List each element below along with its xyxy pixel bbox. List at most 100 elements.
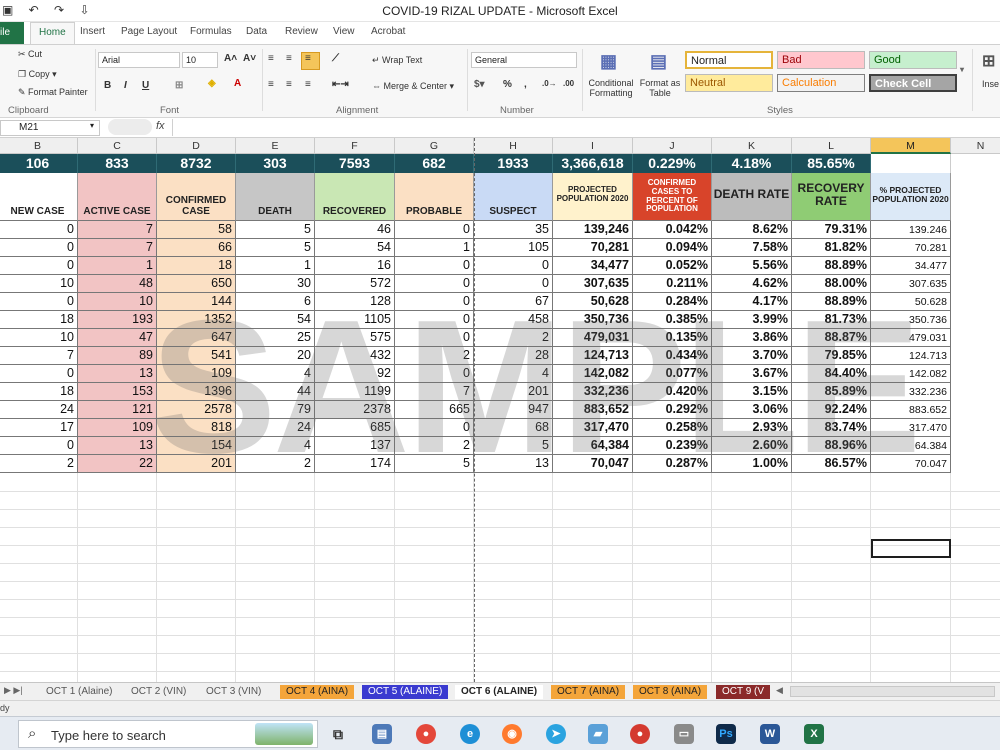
table-cell[interactable]: 109 xyxy=(78,419,157,437)
table-cell[interactable]: 572 xyxy=(315,275,395,293)
total-cell-f[interactable]: 7593 xyxy=(315,154,395,173)
table-cell[interactable]: 54 xyxy=(236,311,315,329)
table-cell[interactable]: 85.89% xyxy=(792,383,871,401)
table-cell[interactable]: 142.082 xyxy=(871,365,951,383)
table-cell[interactable]: 88.00% xyxy=(792,275,871,293)
table-cell[interactable]: 647 xyxy=(157,329,236,347)
table-cell[interactable]: 121 xyxy=(78,401,157,419)
table-cell[interactable]: 89 xyxy=(78,347,157,365)
edge-icon[interactable]: e xyxy=(460,724,480,744)
table-cell[interactable]: 4 xyxy=(236,365,315,383)
table-cell[interactable]: 0.052% xyxy=(633,257,712,275)
table-cell[interactable]: 81.73% xyxy=(792,311,871,329)
header-death-rate[interactable]: DEATH RATE xyxy=(712,173,792,221)
table-cell[interactable]: 883.652 xyxy=(871,401,951,419)
table-cell[interactable]: 0 xyxy=(395,419,474,437)
table-cell[interactable]: 2.93% xyxy=(712,419,792,437)
font-color-icon[interactable]: A xyxy=(234,78,241,89)
app-window-icon[interactable]: ▭ xyxy=(674,724,694,744)
style-bad[interactable]: Bad xyxy=(777,51,865,69)
header-probable[interactable]: PROBABLE xyxy=(395,173,474,221)
table-cell[interactable]: 2.60% xyxy=(712,437,792,455)
table-cell[interactable]: 84.40% xyxy=(792,365,871,383)
table-cell[interactable]: 28 xyxy=(474,347,553,365)
sheet-scroll-left-icon[interactable]: ◀ xyxy=(776,685,783,696)
table-cell[interactable]: 86.57% xyxy=(792,455,871,473)
column-header-c[interactable]: C xyxy=(78,138,157,154)
table-cell[interactable]: 4 xyxy=(236,437,315,455)
excel-icon[interactable]: X xyxy=(804,724,824,744)
column-header-h[interactable]: H xyxy=(474,138,553,154)
table-cell[interactable]: 3.70% xyxy=(712,347,792,365)
insert-cells-icon[interactable]: ⊞ xyxy=(982,51,995,71)
total-cell-m[interactable] xyxy=(871,154,951,173)
column-header-l[interactable]: L xyxy=(792,138,871,154)
middle-align-icon[interactable]: ≡ xyxy=(286,53,292,64)
table-cell[interactable]: 58 xyxy=(157,221,236,239)
table-cell[interactable]: 18 xyxy=(0,383,78,401)
table-cell[interactable]: 1396 xyxy=(157,383,236,401)
file-manager-icon[interactable]: ▤ xyxy=(372,724,392,744)
currency-icon[interactable]: $▾ xyxy=(474,79,485,90)
table-cell[interactable]: 332.236 xyxy=(871,383,951,401)
table-cell[interactable]: 6 xyxy=(236,293,315,311)
conditional-formatting-button[interactable]: Conditional Formatting xyxy=(586,78,636,99)
table-cell[interactable]: 0 xyxy=(395,311,474,329)
header--projected-population-2020[interactable]: % PROJECTED POPULATION 2020 xyxy=(871,173,951,221)
decrease-decimal-icon[interactable]: .00 xyxy=(563,79,574,88)
table-cell[interactable]: 142,082 xyxy=(553,365,633,383)
table-cell[interactable]: 3.86% xyxy=(712,329,792,347)
tab-acrobat[interactable]: Acrobat xyxy=(371,26,405,37)
table-cell[interactable]: 50.628 xyxy=(871,293,951,311)
table-cell[interactable]: 7.58% xyxy=(712,239,792,257)
table-cell[interactable]: 13 xyxy=(474,455,553,473)
header-recovery-rate[interactable]: RECOVERY RATE xyxy=(792,173,871,221)
borders-icon[interactable]: ⊞ xyxy=(175,80,183,91)
table-cell[interactable]: 20 xyxy=(236,347,315,365)
column-header-f[interactable]: F xyxy=(315,138,395,154)
table-cell[interactable]: 685 xyxy=(315,419,395,437)
table-cell[interactable]: 1105 xyxy=(315,311,395,329)
formula-input[interactable] xyxy=(172,119,998,136)
table-cell[interactable]: 79 xyxy=(236,401,315,419)
table-cell[interactable]: 0.420% xyxy=(633,383,712,401)
worksheet-grid[interactable]: BCDEFGHIJKLMN 106 833 8732 303 7593 682 1933 3,… xyxy=(0,138,1000,682)
table-cell[interactable]: 317,470 xyxy=(553,419,633,437)
column-header-j[interactable]: J xyxy=(633,138,712,154)
table-cell[interactable]: 575 xyxy=(315,329,395,347)
table-cell[interactable]: 70,281 xyxy=(553,239,633,257)
table-cell[interactable]: 5 xyxy=(474,437,553,455)
word-icon[interactable]: W xyxy=(760,724,780,744)
table-cell[interactable]: 0 xyxy=(474,257,553,275)
table-cell[interactable]: 5 xyxy=(395,455,474,473)
table-cell[interactable]: 7 xyxy=(0,347,78,365)
table-cell[interactable]: 16 xyxy=(315,257,395,275)
table-cell[interactable]: 0 xyxy=(395,293,474,311)
table-cell[interactable]: 46 xyxy=(315,221,395,239)
table-cell[interactable]: 18 xyxy=(157,257,236,275)
font-size-combo[interactable]: 10 xyxy=(182,52,218,68)
table-cell[interactable]: 317.470 xyxy=(871,419,951,437)
tab-data[interactable]: Data xyxy=(246,26,267,37)
table-cell[interactable]: 154 xyxy=(157,437,236,455)
bottom-align-icon[interactable]: ≡ xyxy=(305,53,311,64)
table-cell[interactable]: 3.06% xyxy=(712,401,792,419)
format-as-table-button[interactable]: Format as Table xyxy=(638,78,682,99)
total-cell-e[interactable]: 303 xyxy=(236,154,315,173)
total-cell-j[interactable]: 0.229% xyxy=(633,154,712,173)
table-cell[interactable]: 0 xyxy=(0,239,78,257)
name-box[interactable]: M21 xyxy=(0,120,100,136)
chrome-icon[interactable]: ● xyxy=(416,724,436,744)
table-cell[interactable]: 17 xyxy=(0,419,78,437)
table-cell[interactable]: 2 xyxy=(395,347,474,365)
table-cell[interactable]: 25 xyxy=(236,329,315,347)
table-cell[interactable]: 10 xyxy=(78,293,157,311)
table-cell[interactable]: 30 xyxy=(236,275,315,293)
table-cell[interactable]: 22 xyxy=(78,455,157,473)
insert-function-icon[interactable]: fx xyxy=(156,120,165,132)
header-suspect[interactable]: SUSPECT xyxy=(474,173,553,221)
table-cell[interactable]: 13 xyxy=(78,365,157,383)
total-cell-g[interactable]: 682 xyxy=(395,154,474,173)
table-cell[interactable]: 0.077% xyxy=(633,365,712,383)
style-normal[interactable]: Normal xyxy=(685,51,773,69)
